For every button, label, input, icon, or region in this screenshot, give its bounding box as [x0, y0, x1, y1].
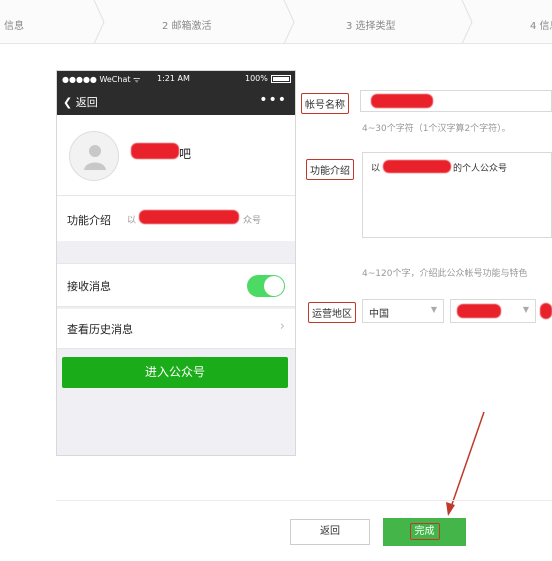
divider [56, 500, 552, 501]
finish-button-label: 完成 [409, 523, 440, 540]
finish-button[interactable]: 完成 [383, 518, 466, 546]
annotation-arrow-icon [446, 411, 485, 516]
back-button[interactable]: 返回 [290, 519, 370, 545]
